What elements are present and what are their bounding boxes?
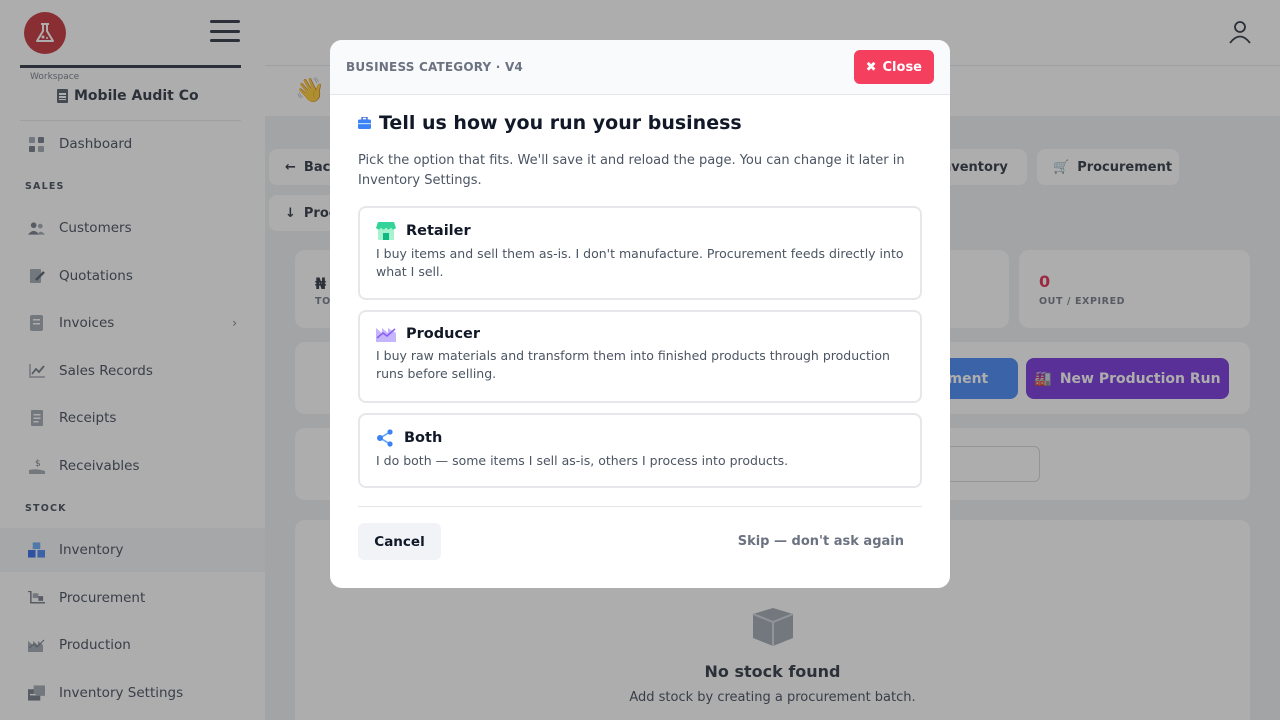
modal-kicker: BUSINESS CATEGORY · V4	[346, 60, 523, 74]
share-nodes-icon	[377, 429, 393, 447]
option-description: I buy raw materials and transform them i…	[376, 348, 890, 381]
cancel-button[interactable]: Cancel	[358, 523, 441, 560]
option-title-row: Both	[376, 429, 904, 447]
modal-title-row: Tell us how you run your business	[358, 112, 742, 134]
modal-title: Tell us how you run your business	[379, 112, 742, 134]
option-description: I buy items and sell them as-is. I don't…	[376, 246, 904, 279]
factory-icon	[376, 328, 396, 342]
option-title: Both	[404, 430, 443, 446]
skip-button[interactable]: Skip — don't ask again	[738, 523, 904, 560]
option-both[interactable]: Both I do both — some items I sell as-is…	[358, 413, 922, 488]
modal-footer-divider	[358, 506, 922, 507]
store-icon	[376, 222, 396, 240]
business-category-modal: BUSINESS CATEGORY · V4 ✖ Close Tell us h…	[330, 40, 950, 588]
option-title-row: Producer	[376, 326, 904, 342]
option-title: Producer	[406, 326, 481, 342]
option-title-row: Retailer	[376, 222, 904, 240]
close-icon: ✖	[865, 59, 877, 75]
close-button[interactable]: ✖ Close	[853, 50, 934, 84]
modal-description: Pick the option that fits. We'll save it…	[358, 153, 905, 188]
option-retailer[interactable]: Retailer I buy items and sell them as-is…	[358, 206, 922, 300]
option-description: I do both — some items I sell as-is, oth…	[376, 453, 789, 468]
modal-header: BUSINESS CATEGORY · V4 ✖ Close	[330, 40, 950, 95]
option-producer[interactable]: Producer I buy raw materials and transfo…	[358, 310, 922, 403]
option-title: Retailer	[406, 223, 471, 239]
close-button-label: Close	[882, 59, 922, 75]
briefcase-icon	[358, 117, 371, 129]
